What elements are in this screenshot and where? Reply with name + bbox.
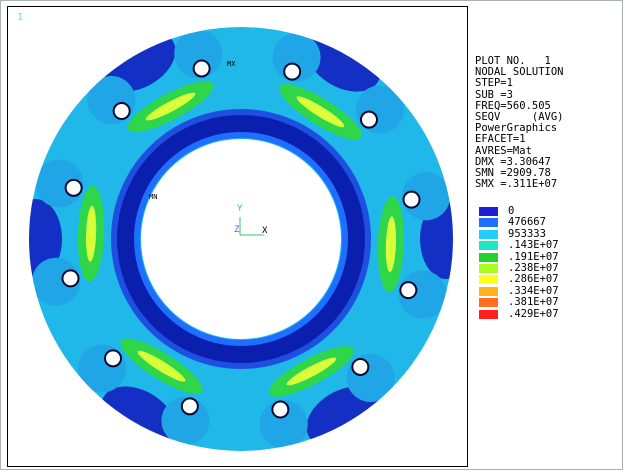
- info-line: SMX =.311E+07: [475, 178, 558, 191]
- bolt-hole: [112, 102, 131, 121]
- legend-swatch: [479, 275, 498, 285]
- legend-entry: 0: [479, 205, 619, 217]
- legend-label: 476667: [508, 216, 546, 229]
- legend-swatch: [479, 241, 498, 251]
- legend-swatch: [479, 218, 498, 228]
- legend-entry: .143E+07: [479, 239, 619, 252]
- legend-swatch: [479, 264, 498, 273]
- flange-ring: [10, 27, 469, 451]
- legend-label: 0: [508, 205, 515, 217]
- bolt-hole: [399, 281, 418, 300]
- z-axis-label: Z: [234, 225, 240, 235]
- legend-entry: .238E+07: [479, 262, 619, 274]
- max-marker: MX: [227, 60, 236, 68]
- graphics-frame: 1 MX MN Y Z X PLOT NO. 1 NODAL SOLUTION …: [0, 0, 623, 470]
- legend-label: .191E+07: [508, 250, 559, 263]
- bolt-hole: [402, 190, 421, 209]
- legend-entry: .381E+07: [479, 296, 619, 309]
- legend-entry: 476667: [479, 216, 619, 229]
- bolt-hole: [104, 349, 123, 368]
- legend-entry: 953333: [479, 227, 619, 240]
- info-line: STEP=1: [475, 77, 513, 90]
- legend-entry: .334E+07: [479, 284, 619, 297]
- legend-swatch: [479, 298, 498, 308]
- plot-window[interactable]: 1 MX MN Y Z X: [7, 6, 469, 467]
- bolt-hole: [351, 357, 370, 376]
- info-line: EFACET=1: [475, 133, 526, 146]
- legend-swatch: [479, 309, 498, 319]
- y-axis-label: Y: [237, 204, 243, 214]
- legend-label: .334E+07: [508, 284, 559, 297]
- stress-contour-plot: [10, 27, 469, 451]
- bolt-hole: [61, 269, 80, 288]
- x-axis-label: X: [262, 226, 268, 236]
- legend-label: .381E+07: [508, 296, 559, 309]
- min-marker: MN: [149, 193, 158, 201]
- legend-label: .286E+07: [508, 273, 559, 286]
- legend-entry: .286E+07: [479, 273, 619, 286]
- legend-swatch: [479, 286, 498, 296]
- legend-label: 953333: [508, 227, 546, 240]
- plot-info-block: PLOT NO. 1 NODAL SOLUTION STEP=1 SUB =3 FREQ…: [475, 55, 564, 191]
- legend-label: .429E+07: [508, 307, 559, 320]
- legend-label: .143E+07: [508, 239, 559, 252]
- bolt-hole: [64, 178, 83, 197]
- legend-swatch: [479, 229, 498, 239]
- bolt-hole: [180, 397, 199, 416]
- legend-label: .238E+07: [508, 262, 559, 274]
- bolt-hole: [192, 59, 211, 78]
- legend-swatch: [479, 252, 498, 262]
- bolt-hole: [271, 400, 290, 419]
- legend-entry: .429E+07: [479, 307, 619, 320]
- bolt-hole: [283, 62, 302, 81]
- legend-swatch: [479, 207, 498, 216]
- bolt-hole: [359, 110, 378, 129]
- legend-entry: .191E+07: [479, 250, 619, 263]
